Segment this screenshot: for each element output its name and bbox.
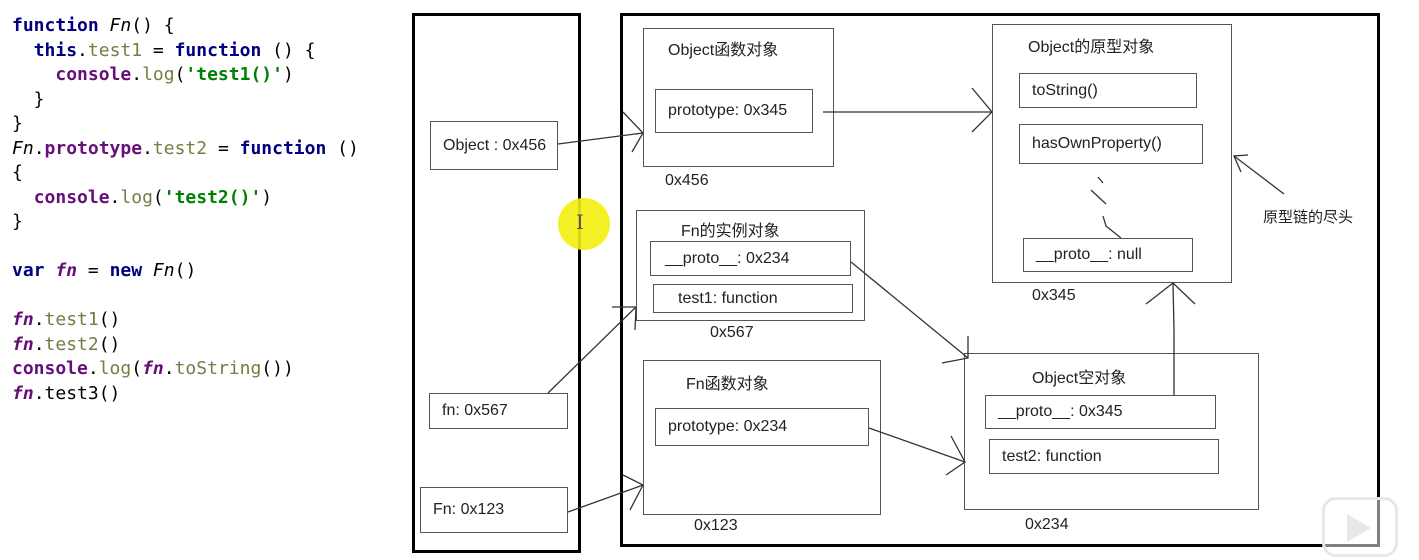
arrow-empty-proto-to-object-prototype (1145, 282, 1196, 395)
arrow-fn-to-instance (547, 306, 637, 394)
memory-diagram: Object : 0x456 fn: 0x567 Fn: 0x123 Objec… (0, 0, 1419, 560)
mouse-highlight (558, 198, 610, 250)
arrow-Fn-to-function (567, 474, 644, 513)
video-player-logo-icon[interactable] (1322, 497, 1398, 557)
arrows-layer (547, 87, 1285, 513)
proto-chain-dashes (1090, 176, 1122, 239)
arrow-object-to-function (557, 111, 644, 153)
arrow-function-prototype-to-empty (868, 427, 966, 476)
arrow-prototype-to-object-prototype (823, 87, 993, 133)
arrow-instance-proto-to-empty (850, 261, 969, 364)
arrow-chain-end-annotation (1233, 154, 1285, 195)
text-cursor-icon: I (576, 210, 584, 234)
